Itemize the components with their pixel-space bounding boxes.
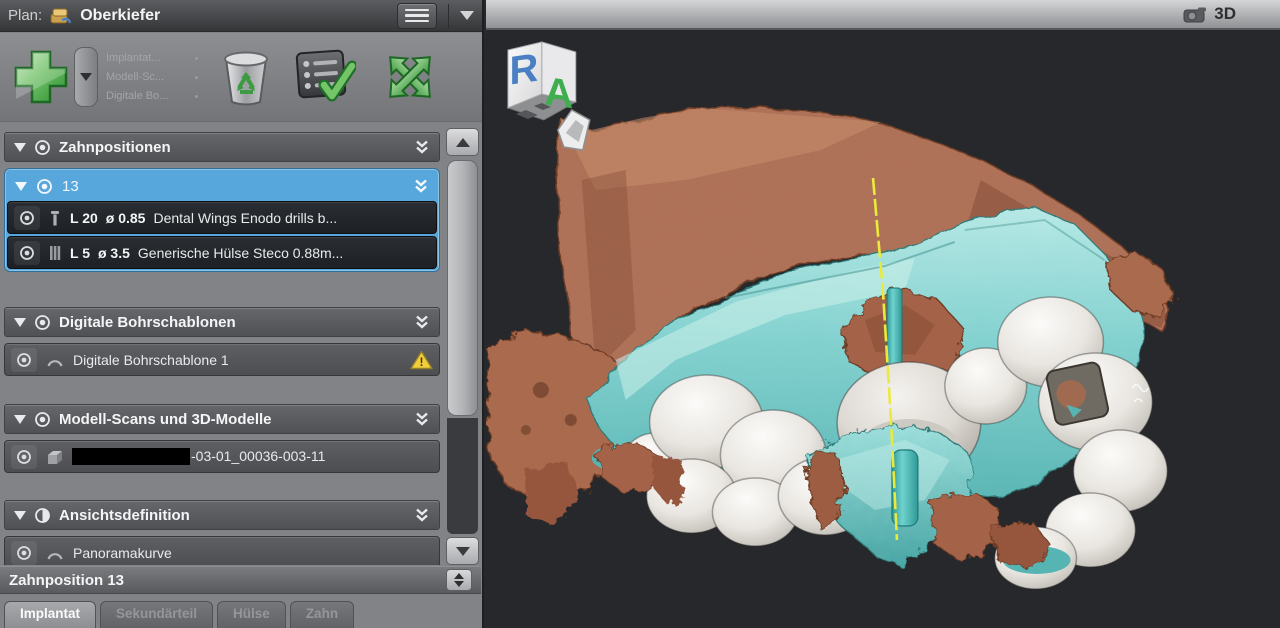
plan-name: Oberkiefer <box>80 7 160 25</box>
svg-text:!: ! <box>420 355 424 369</box>
tree-scrollbar[interactable] <box>446 128 479 565</box>
delete-trash-button[interactable] <box>220 47 272 107</box>
app-window: Plan: Oberkiefer <box>0 0 1280 628</box>
detail-header-bar[interactable]: Zahnposition 13 <box>0 566 481 594</box>
collapse-triangle-icon[interactable] <box>14 318 26 327</box>
section-title: Zahnpositionen <box>59 139 171 156</box>
sleeve-diameter: ø 3.5 <box>98 245 130 261</box>
section-bohrschablonen[interactable]: Digitale Bohrschablonen <box>4 307 440 337</box>
drill-name: Dental Wings Enodo drills b... <box>153 210 337 226</box>
section-title: Ansichtsdefinition <box>59 507 190 524</box>
panoramakurve-item-row[interactable]: Panoramakurve <box>4 536 440 565</box>
drill-icon <box>48 209 62 227</box>
collapse-triangle-icon[interactable] <box>14 415 26 424</box>
move-transform-button[interactable] <box>378 47 442 107</box>
modelscan-name: -03-01_00036-003-11 <box>72 448 325 466</box>
cube-icon <box>45 448 64 466</box>
tab-implantat[interactable]: Implantat <box>4 601 96 628</box>
caret-up-icon <box>456 138 470 147</box>
tab-sekundaerteil[interactable]: Sekundärteil <box>100 601 213 628</box>
section-ansichtsdefinition[interactable]: Ansichtsdefinition <box>4 500 440 530</box>
detail-title: Zahnposition 13 <box>9 572 124 589</box>
caret-down-icon <box>456 547 470 556</box>
checklist-apply-button[interactable] <box>294 48 356 106</box>
object-tree-panel: Plan: Oberkiefer <box>0 0 484 628</box>
scrollbar-track[interactable] <box>447 418 478 534</box>
visibility-radio-icon[interactable] <box>14 241 40 265</box>
modelscan-item-row[interactable]: -03-01_00036-003-11 <box>4 440 440 473</box>
collapse-all-chevron-icon[interactable] <box>413 178 429 194</box>
section-title: Digitale Bohrschablonen <box>59 314 236 331</box>
drill-item-row[interactable]: L 20 ø 0.85 Dental Wings Enodo drills b.… <box>7 201 437 234</box>
visibility-radio-icon[interactable] <box>36 178 53 195</box>
warning-icon: ! <box>410 350 433 370</box>
guide-inspection-window <box>1045 361 1109 426</box>
sleeve-length: L 5 <box>70 245 90 261</box>
visibility-radio-icon[interactable] <box>34 139 51 156</box>
tooth-position-13-group[interactable]: 13 L 20 ø 0.85 Dental Wings Enodo drills… <box>4 168 440 272</box>
3d-view-panel: 3D <box>486 0 1280 628</box>
menu-item-modellscan[interactable]: Modell-Sc... <box>106 71 164 83</box>
section-title: Modell-Scans und 3D-Modelle <box>59 411 272 428</box>
section-zahnpositionen[interactable]: Zahnpositionen <box>4 132 440 162</box>
tooth-position-label: 13 <box>62 178 79 195</box>
detail-tabs: Implantat Sekundärteil Hülse Zahn <box>4 601 354 628</box>
orientation-cube[interactable]: R A <box>508 42 576 120</box>
collapse-triangle-icon[interactable] <box>14 511 26 520</box>
sleeve-item-row[interactable]: L 5 ø 3.5 Generische Hülse Steco 0.88m..… <box>7 236 437 269</box>
scrollbar-thumb[interactable] <box>447 160 478 416</box>
tab-zahn[interactable]: Zahn <box>290 601 354 628</box>
visibility-radio-icon[interactable] <box>11 445 37 469</box>
toolbar: Implantat... Modell-Sc... Digitale Bo... <box>0 33 482 122</box>
add-object-dropdown[interactable] <box>74 47 98 107</box>
panorama-curve-icon <box>45 545 65 561</box>
tab-huelse[interactable]: Hülse <box>217 601 286 628</box>
visibility-radio-icon[interactable] <box>34 411 51 428</box>
tooth-position-13-header[interactable]: 13 <box>7 171 437 201</box>
visibility-radio-icon[interactable] <box>14 206 40 230</box>
3d-view-header: 3D <box>486 0 1280 30</box>
cube-face-anterior-label: A <box>544 68 573 117</box>
scroll-up-button[interactable] <box>446 128 479 156</box>
collapse-all-chevron-icon[interactable] <box>414 314 430 330</box>
visibility-radio-icon[interactable] <box>11 348 37 372</box>
collapse-triangle-icon[interactable] <box>14 143 26 152</box>
add-object-menu-preview[interactable]: Implantat... Modell-Sc... Digitale Bo... <box>106 52 198 102</box>
panoramakurve-name: Panoramakurve <box>73 545 172 561</box>
3d-viewport[interactable]: R A <box>486 30 1280 628</box>
view-contrast-icon[interactable] <box>34 507 51 524</box>
menu-button[interactable] <box>397 3 437 29</box>
guide-arch-icon <box>45 352 65 368</box>
visibility-radio-icon[interactable] <box>34 314 51 331</box>
drill-length: L 20 <box>70 210 98 226</box>
collapse-all-chevron-icon[interactable] <box>414 139 430 155</box>
object-tree: Zahnpositionen 13 <box>0 122 446 565</box>
collapse-all-chevron-icon[interactable] <box>414 411 430 427</box>
plan-label: Plan: <box>8 7 42 24</box>
sleeve-icon <box>48 244 62 262</box>
drill-diameter: ø 0.85 <box>106 210 146 226</box>
add-object-button[interactable] <box>10 44 72 110</box>
plan-bar: Plan: Oberkiefer <box>0 0 482 32</box>
cube-face-right-label: R <box>510 45 539 94</box>
plan-dropdown-arrow[interactable] <box>460 11 474 20</box>
sleeve-name: Generische Hülse Steco 0.88m... <box>138 245 343 261</box>
divider <box>448 4 449 28</box>
section-modellscans[interactable]: Modell-Scans und 3D-Modelle <box>4 404 440 434</box>
collapse-all-chevron-icon[interactable] <box>414 507 430 523</box>
menu-item-implantat[interactable]: Implantat... <box>106 52 160 64</box>
menu-item-bohrschablone[interactable]: Digitale Bo... <box>106 90 168 102</box>
scroll-down-button[interactable] <box>446 537 479 565</box>
camera-icon[interactable] <box>1183 6 1209 23</box>
plan-icon <box>49 7 73 25</box>
bohrschablone-item-row[interactable]: Digitale Bohrschablone 1 ! <box>4 343 440 376</box>
redacted-patient-id <box>72 448 190 465</box>
position-spinner[interactable] <box>446 569 472 591</box>
visibility-radio-icon[interactable] <box>11 541 37 565</box>
collapse-triangle-icon[interactable] <box>15 182 27 191</box>
bohrschablone-name: Digitale Bohrschablone 1 <box>73 352 229 368</box>
3d-view-label: 3D <box>1214 4 1236 24</box>
